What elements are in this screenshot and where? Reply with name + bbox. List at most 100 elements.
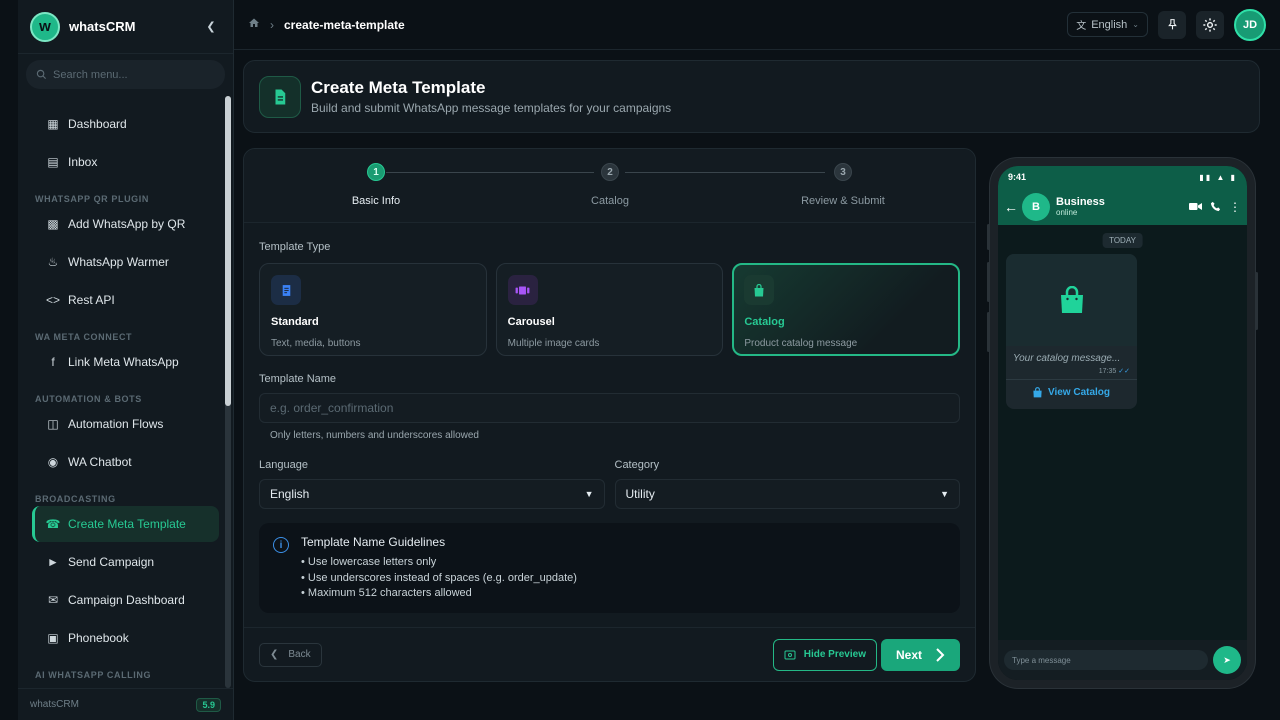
whatscrm-logo: w	[30, 11, 60, 42]
sidebar-search-input[interactable]	[53, 68, 203, 81]
guidelines-title: Template Name Guidelines	[301, 535, 446, 549]
chevron-down-icon: ⌄	[1132, 20, 1139, 29]
sidebar-item-dashboard[interactable]: ▦ Dashboard	[32, 106, 219, 142]
sidebar-item-label: WA Chatbot	[68, 455, 132, 469]
message-input[interactable]: Type a message	[1004, 650, 1208, 670]
sidebar-item-rest-api[interactable]: <> Rest API	[32, 282, 219, 318]
info-icon: i	[273, 537, 289, 553]
sidebar-item-automation-flows[interactable]: ◫ Automation Flows	[32, 406, 219, 442]
phone-call-icon	[1210, 201, 1221, 212]
sidebar-item-whatsapp-warmer[interactable]: ♨ WhatsApp Warmer	[32, 244, 219, 280]
sidebar-item-send-campaign[interactable]: ► Send Campaign	[32, 544, 219, 580]
contact-card-icon: ▣	[47, 631, 59, 645]
step-basic-info[interactable]: 1 Basic Info	[301, 163, 451, 207]
language-select[interactable]: English ▼	[259, 479, 605, 509]
qr-icon: ▩	[47, 217, 59, 231]
pin-button[interactable]	[1158, 10, 1186, 39]
breadcrumb-current: create-meta-template	[284, 17, 405, 32]
type-name: Standard	[271, 316, 319, 328]
sidebar-item-phonebook[interactable]: ▣ Phonebook	[32, 620, 219, 656]
page-header-card: Create Meta Template Build and submit Wh…	[243, 60, 1260, 133]
sidebar-item-campaign-dashboard[interactable]: ✉ Campaign Dashboard	[32, 582, 219, 618]
code-icon: <>	[46, 293, 61, 307]
phone-time: 9:41	[1008, 172, 1027, 182]
type-description: Text, media, buttons	[271, 338, 361, 349]
gear-icon	[1203, 17, 1217, 32]
translate-icon: 文	[1076, 21, 1087, 32]
sidebar-item-label: Inbox	[68, 155, 98, 169]
form-body: Template Type Standard Text, media, butt…	[244, 241, 975, 613]
type-option-standard[interactable]: Standard Text, media, buttons	[259, 263, 487, 356]
sidebar-item-create-meta-template[interactable]: ☎ Create Meta Template	[32, 506, 219, 542]
arrow-left-icon: ←	[1004, 198, 1018, 215]
sidebar-item-label: WhatsApp Warmer	[68, 255, 169, 269]
send-button[interactable]: ➤	[1213, 646, 1241, 674]
chevron-left-icon: ❮	[206, 21, 216, 33]
view-catalog-label: View Catalog	[1047, 387, 1111, 398]
back-label: Back	[288, 649, 311, 660]
document-icon	[259, 75, 301, 118]
sidebar: w whatsCRM ❮ ▦ Dashboard ▤ Inbox WHATSAPP QR…	[18, 0, 234, 720]
carousel-icon	[507, 275, 538, 305]
chat-header: ← B Business online ⋮	[998, 188, 1247, 225]
next-button[interactable]: Next	[881, 638, 960, 671]
sidebar-item-inbox[interactable]: ▤ Inbox	[32, 144, 219, 180]
megaphone-icon: ►	[47, 555, 59, 569]
whatsapp-icon: ☎	[45, 517, 61, 531]
sidebar-section-label: BROADCASTING	[35, 494, 116, 504]
footer-app-name: whatsCRM	[30, 699, 79, 710]
guidelines-box: i Template Name Guidelines Use lowercase…	[259, 523, 960, 613]
signal-wifi-battery-icon: ▮▮ ▲ ▮	[1199, 172, 1237, 182]
sidebar-item-label: Campaign Dashboard	[68, 593, 185, 607]
send-icon: ➤	[1223, 654, 1231, 665]
template-name-input[interactable]	[259, 393, 960, 423]
home-icon[interactable]	[248, 17, 260, 32]
sidebar-footer: whatsCRM 5.9	[18, 688, 233, 720]
chat-area: TODAY Your catalog message... 17:35 ✓✓ V…	[998, 225, 1247, 640]
sidebar-item-label: Automation Flows	[68, 417, 164, 431]
view-catalog-button[interactable]: View Catalog	[1006, 379, 1137, 405]
category-select[interactable]: Utility ▼	[614, 479, 960, 509]
guideline-item: Use lowercase letters only	[301, 555, 577, 571]
language-label: Language	[259, 459, 308, 471]
language-selector[interactable]: 文 English ⌄	[1067, 12, 1148, 37]
dashboard-icon: ▦	[47, 117, 59, 131]
collapse-sidebar-button[interactable]: ❮	[201, 17, 221, 37]
sidebar-item-label: Dashboard	[68, 117, 127, 131]
flow-icon: ◫	[47, 417, 59, 431]
video-call-icon	[1189, 203, 1202, 210]
sidebar-search[interactable]	[26, 60, 225, 89]
message-time: 17:35	[1098, 368, 1117, 375]
catalog-image	[1006, 254, 1137, 346]
sidebar-item-link-meta-whatsapp[interactable]: f Link Meta WhatsApp	[32, 344, 219, 380]
shopping-bag-icon	[1060, 286, 1083, 313]
step-catalog[interactable]: 2 Catalog	[535, 163, 685, 207]
template-name-label: Template Name	[259, 373, 337, 385]
sidebar-item-label: Send Campaign	[68, 555, 155, 569]
type-option-carousel[interactable]: Carousel Multiple image cards	[495, 263, 724, 356]
step-review-submit[interactable]: 3 Review & Submit	[768, 163, 918, 207]
phone-status-bar: 9:41 ▮▮ ▲ ▮	[998, 166, 1247, 188]
user-avatar[interactable]: JD	[1234, 8, 1266, 41]
sidebar-item-wa-chatbot[interactable]: ◉ WA Chatbot	[32, 444, 219, 480]
hide-preview-button[interactable]: Hide Preview	[772, 638, 877, 671]
topbar: › create-meta-template 文 English ⌄ JD	[234, 0, 1280, 50]
sidebar-item-add-whatsapp-by-qr[interactable]: ▩ Add WhatsApp by QR	[32, 206, 219, 242]
date-chip: TODAY	[1102, 233, 1143, 248]
caret-down-icon: ▼	[940, 489, 949, 499]
search-icon	[36, 69, 47, 80]
chevron-left-icon: ❮	[270, 649, 279, 660]
language-value: English	[270, 487, 310, 501]
stepper: 1 Basic Info 2 Catalog 3 Review & Submit	[244, 149, 975, 223]
brand-header: w whatsCRM ❮	[18, 0, 233, 54]
sidebar-scrollbar-thumb[interactable]	[225, 96, 231, 406]
guidelines-list: Use lowercase letters only Use underscor…	[301, 555, 577, 602]
version-badge: 5.9	[196, 697, 221, 712]
back-button[interactable]: ❮ Back	[259, 642, 322, 667]
language-label: English	[1091, 18, 1128, 31]
robot-icon: ◉	[47, 455, 59, 469]
form-footer: ❮ Back Hide Preview Next	[244, 627, 975, 681]
chevron-right-icon	[936, 647, 945, 662]
settings-button[interactable]	[1196, 10, 1224, 39]
type-option-catalog[interactable]: Catalog Product catalog message	[732, 263, 961, 356]
